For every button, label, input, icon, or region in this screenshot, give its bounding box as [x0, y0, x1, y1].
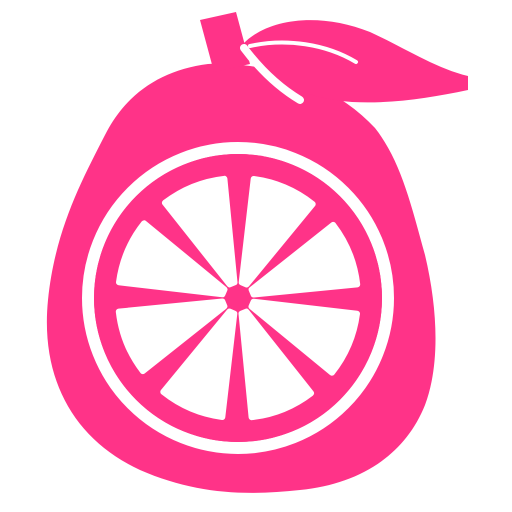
fruit-flesh [94, 154, 382, 442]
fruit-stem [200, 12, 250, 72]
grapefruit-icon [46, 12, 468, 493]
icon-canvas [0, 0, 512, 512]
